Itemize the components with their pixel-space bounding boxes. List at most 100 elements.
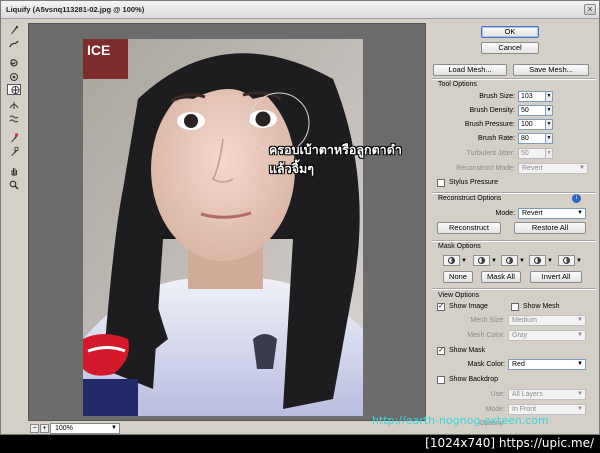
use-value: All Layers: [512, 391, 543, 398]
mask-color-value: Red: [512, 361, 525, 368]
chevron-down-icon: ▼: [576, 258, 582, 264]
reconstruct-mode-label: Reconstruct Mode:: [456, 165, 515, 172]
use-label: Use:: [490, 391, 505, 398]
show-mask-checkbox[interactable]: ✓: [437, 347, 445, 355]
annotation-line-1: ครอบเบ้าตาหรือลูกตาดำ: [269, 143, 402, 157]
turbulent-jitter-label: Turbulent Jitter:: [466, 150, 515, 157]
brush-rate-input[interactable]: 80: [518, 133, 546, 144]
restore-all-button[interactable]: Restore All: [514, 222, 586, 234]
info-icon[interactable]: i: [572, 194, 581, 203]
portrait-illustration: ICE: [83, 39, 363, 416]
chevron-down-icon: ▼: [579, 165, 585, 171]
thaw-mask-icon: [11, 146, 19, 156]
bloat-tool[interactable]: [7, 84, 21, 95]
reconstruct-button[interactable]: Reconstruct: [437, 222, 501, 234]
replace-selection-icon: [448, 257, 455, 264]
turbulence-tool[interactable]: [7, 112, 21, 125]
thaw-mask-tool[interactable]: [7, 145, 21, 158]
invert-all-button[interactable]: Invert All: [530, 271, 582, 283]
credit-bar: [1024x740] https://upic.me/: [0, 435, 600, 453]
annotation-text: ครอบเบ้าตาหรือลูกตาดำ แล้วจิ้มๆ: [269, 141, 429, 179]
stylus-pressure-checkbox[interactable]: [437, 179, 445, 187]
mesh-size-select[interactable]: Medium ▼: [508, 315, 586, 326]
forward-warp-icon: [11, 25, 19, 34]
invert-selection-icon: [563, 257, 570, 264]
replace-selection-button[interactable]: [443, 255, 460, 266]
zoom-select[interactable]: 100% ▼: [50, 423, 120, 434]
liquify-window: Liquify (A5vsnq113281-02.jpg @ 100%) × I…: [0, 0, 600, 435]
twirl-clockwise-tool[interactable]: [7, 56, 21, 69]
invert-selection-button[interactable]: [558, 255, 575, 266]
pucker-tool[interactable]: [7, 70, 21, 83]
tool-options-title: Tool Options: [438, 81, 477, 88]
preview-photo: ICE: [83, 39, 363, 416]
mask-color-select[interactable]: Red ▼: [508, 359, 586, 370]
brush-density-input[interactable]: 50: [518, 105, 546, 116]
twirl-clockwise-icon: [10, 58, 18, 67]
zoom-in-button[interactable]: +: [40, 424, 49, 433]
ok-button[interactable]: OK: [481, 26, 539, 38]
brush-pressure-input[interactable]: 100: [518, 119, 546, 130]
show-image-checkbox[interactable]: ✓: [437, 303, 445, 311]
pucker-icon: [10, 72, 18, 81]
zoom-bar: − + 100% ▼: [28, 423, 426, 435]
show-image-label: Show Image: [449, 303, 488, 310]
intersect-selection-button[interactable]: [529, 255, 546, 266]
mesh-color-value: Gray: [512, 332, 528, 339]
subtract-from-selection-button[interactable]: [501, 255, 518, 266]
use-select[interactable]: All Layers ▼: [508, 389, 586, 400]
mesh-size-label: Mesh Size:: [470, 317, 505, 324]
mesh-color-select[interactable]: Gray ▼: [508, 330, 586, 341]
zoom-out-button[interactable]: −: [30, 424, 39, 433]
forward-warp-tool[interactable]: [7, 23, 21, 36]
chevron-down-icon: ▼: [547, 258, 553, 264]
mask-none-button[interactable]: None: [443, 271, 473, 283]
close-button[interactable]: ×: [584, 4, 596, 15]
brush-pressure-label: Brush Pressure:: [464, 121, 515, 128]
tool-options-divider: [432, 78, 596, 79]
chevron-down-icon: ▼: [491, 258, 497, 264]
subtract-selection-icon: [506, 257, 513, 264]
zoom-tool[interactable]: [7, 178, 21, 191]
mask-options-title: Mask Options: [438, 243, 481, 250]
intersect-selection-icon: [534, 257, 541, 264]
show-backdrop-checkbox[interactable]: [437, 376, 445, 384]
hand-icon: [11, 167, 17, 175]
view-options-title: View Options: [438, 292, 480, 299]
reconstruct-options-mode-select[interactable]: Revert ▼: [518, 208, 586, 219]
brush-size-dropdown[interactable]: ▼: [545, 91, 553, 102]
cancel-button[interactable]: Cancel: [481, 42, 539, 54]
save-mesh-button[interactable]: Save Mesh...: [513, 64, 589, 76]
freeze-mask-tool[interactable]: [7, 131, 21, 144]
zoom-icon: [9, 180, 19, 190]
mask-all-button[interactable]: Mask All: [481, 271, 521, 283]
turbulent-jitter-dropdown[interactable]: ▼: [545, 148, 553, 159]
chevron-down-icon: ▼: [577, 406, 583, 412]
turbulent-jitter-input[interactable]: 50: [518, 148, 546, 159]
show-mask-label: Show Mask: [449, 347, 486, 354]
zoom-value: 100%: [55, 425, 73, 432]
add-to-selection-button[interactable]: [473, 255, 490, 266]
brush-rate-label: Brush Rate:: [478, 135, 515, 142]
show-mesh-checkbox[interactable]: [511, 303, 519, 311]
mirror-tool[interactable]: [7, 98, 21, 111]
reconstruct-options-mode-value: Revert: [522, 210, 543, 217]
mesh-size-value: Medium: [512, 317, 537, 324]
preview-canvas[interactable]: ICE: [28, 23, 426, 421]
brush-rate-dropdown[interactable]: ▼: [545, 133, 553, 144]
turbulence-icon: [9, 115, 19, 122]
backdrop-mode-value: In Front: [512, 406, 537, 413]
tool-palette: [7, 23, 23, 192]
hand-tool[interactable]: [7, 164, 21, 177]
load-mesh-button[interactable]: Load Mesh...: [433, 64, 507, 76]
brush-pressure-dropdown[interactable]: ▼: [545, 119, 553, 130]
credit-text: [1024x740] https://upic.me/: [425, 436, 594, 450]
brush-size-input[interactable]: 103: [518, 91, 546, 102]
chevron-down-icon: ▼: [577, 317, 583, 323]
brush-density-dropdown[interactable]: ▼: [545, 105, 553, 116]
reconstruct-tool[interactable]: [7, 37, 21, 50]
reconstruct-mode-select[interactable]: Revert ▼: [518, 163, 588, 174]
options-panel: OK Cancel Load Mesh... Save Mesh... Tool…: [429, 20, 599, 435]
reconstruct-options-title: Reconstruct Options: [438, 195, 502, 202]
brush-density-label: Brush Density:: [469, 107, 515, 114]
